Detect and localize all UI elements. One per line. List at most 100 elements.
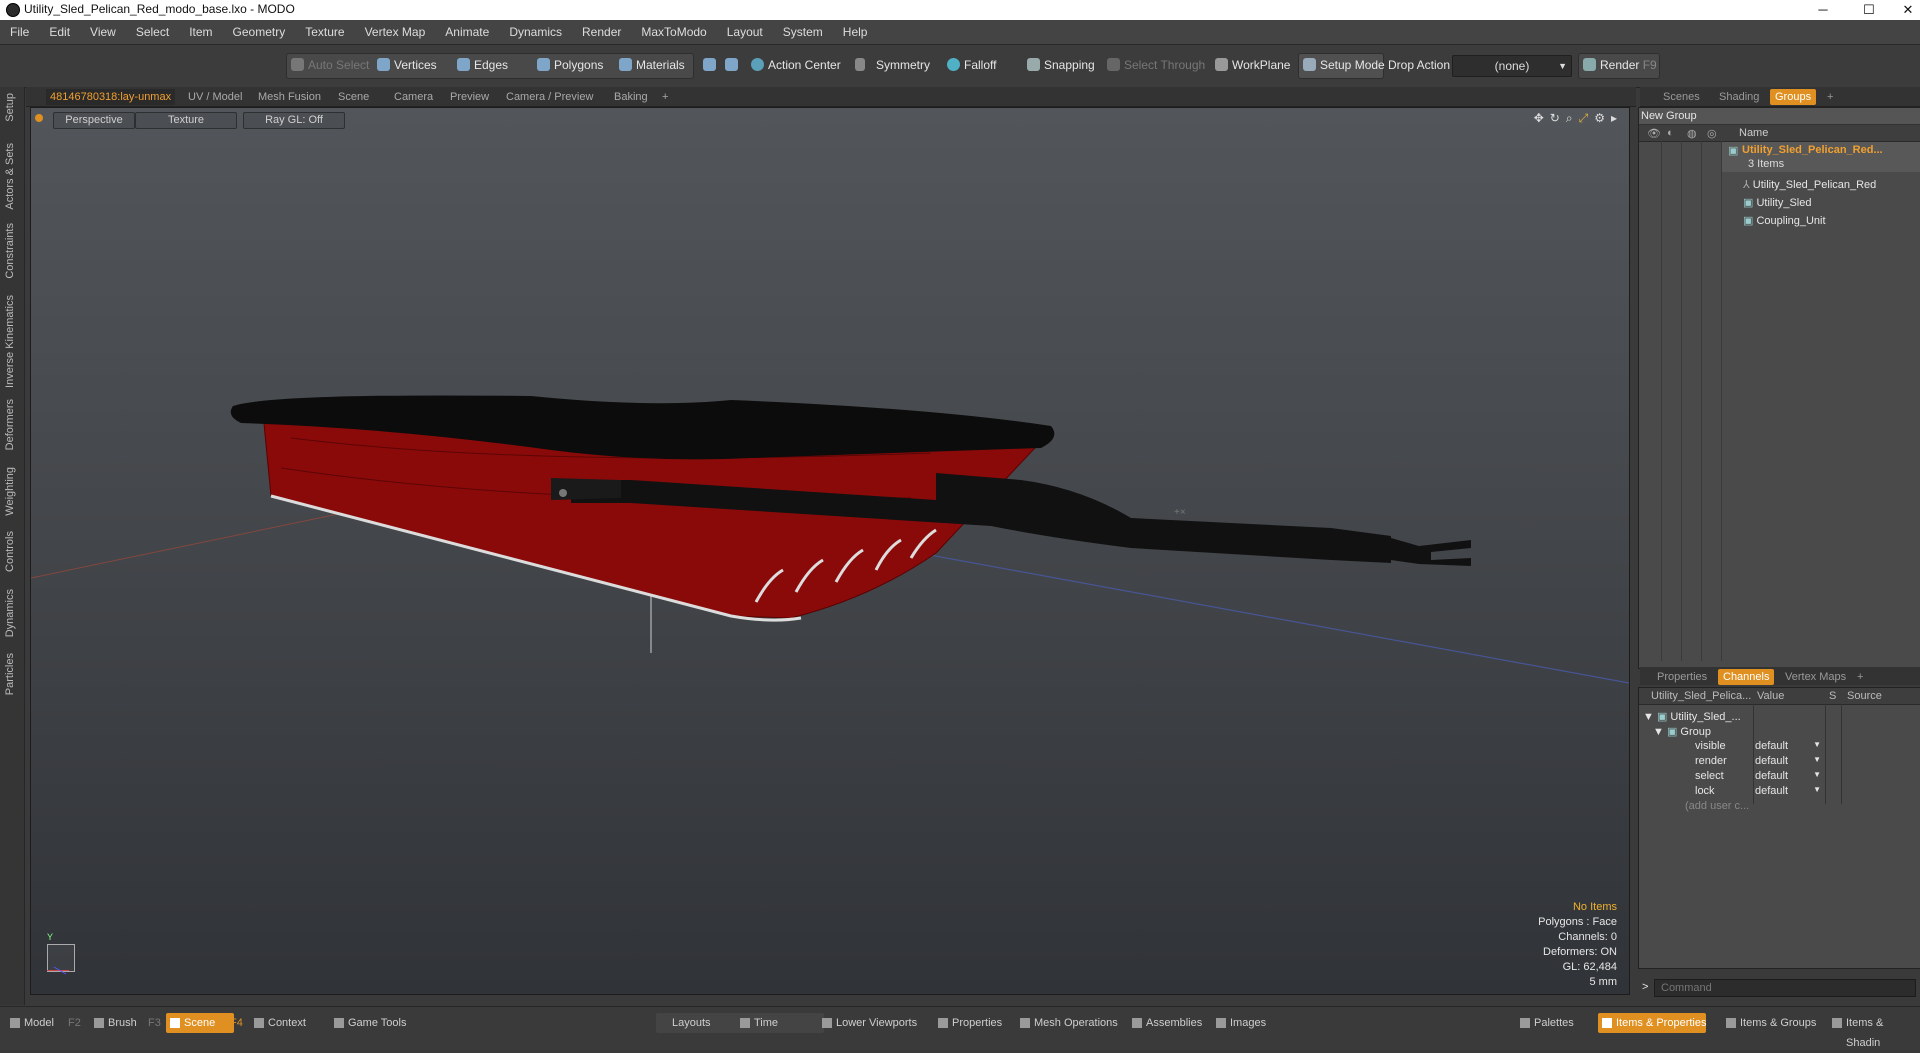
menu-help[interactable]: Help: [833, 25, 878, 39]
group-child-item[interactable]: ▣ Utility_Sled: [1743, 196, 1811, 209]
name-column-header[interactable]: Name: [1739, 127, 1768, 139]
tab-inverse-kinematics[interactable]: Inverse Kinematics: [4, 295, 16, 388]
menu-file[interactable]: File: [0, 25, 39, 39]
add-right-tab-button[interactable]: +: [1822, 89, 1838, 105]
drop-action-dropdown[interactable]: (none) ▼: [1452, 55, 1572, 77]
menu-item[interactable]: Item: [179, 25, 222, 39]
tab-mesh-fusion[interactable]: Mesh Fusion: [254, 89, 325, 105]
items-groups-button[interactable]: Items & Groups: [1722, 1013, 1816, 1033]
model-tab[interactable]: Model: [6, 1013, 54, 1033]
group-child-item[interactable]: ⅄ Utility_Sled_Pelican_Red: [1743, 178, 1876, 191]
menu-view[interactable]: View: [80, 25, 126, 39]
select-column-icon: ◎: [1707, 128, 1717, 140]
main-toolbar: Auto Select Vertices Edges Polygons Mate…: [0, 45, 1920, 88]
channel-lock-value[interactable]: default ▼: [1755, 785, 1821, 797]
items-properties-button[interactable]: Items & Properties: [1598, 1013, 1707, 1033]
tab-camera[interactable]: Camera: [390, 89, 437, 105]
channels-tab-bar: Properties Channels Vertex Maps +: [1640, 667, 1920, 685]
menu-edit[interactable]: Edit: [39, 25, 80, 39]
mesh-icon: ▣: [1743, 197, 1757, 209]
add-channel-tab-button[interactable]: +: [1852, 669, 1868, 685]
vertices-button[interactable]: Vertices: [374, 54, 437, 76]
tab-particles[interactable]: Particles: [4, 653, 16, 695]
game-tools-tab[interactable]: Game Tools: [330, 1013, 407, 1033]
tab-channels[interactable]: Channels: [1718, 669, 1775, 685]
render-button[interactable]: Render F9: [1580, 54, 1657, 76]
group-child-item[interactable]: ▣ Coupling_Unit: [1743, 214, 1826, 227]
add-tab-button[interactable]: +: [658, 89, 672, 105]
maximize-button[interactable]: ☐: [1846, 0, 1892, 20]
tab-uv-model[interactable]: UV / Model: [184, 89, 246, 105]
channel-group-row[interactable]: ▼ ▣ Group: [1653, 725, 1711, 738]
menu-texture[interactable]: Texture: [295, 25, 354, 39]
menu-animate[interactable]: Animate: [435, 25, 499, 39]
menu-select[interactable]: Select: [126, 25, 179, 39]
tab-groups[interactable]: Groups: [1770, 89, 1817, 105]
properties-button[interactable]: Properties: [934, 1013, 1002, 1033]
scene-tab[interactable]: Scene: [166, 1013, 234, 1033]
menu-dynamics[interactable]: Dynamics: [499, 25, 572, 39]
tab-shading[interactable]: Shading: [1714, 89, 1764, 105]
transform-toggle-button[interactable]: [700, 54, 716, 76]
tab-scene[interactable]: Scene: [334, 89, 373, 105]
channel-visible-value[interactable]: default ▼: [1755, 740, 1821, 752]
context-tab[interactable]: Context: [250, 1013, 306, 1033]
3d-viewport[interactable]: Perspective Texture Ray GL: Off ✥ ↻ ⌕ ⤢ …: [30, 107, 1630, 995]
tab-dynamics[interactable]: Dynamics: [4, 589, 16, 637]
group-root-row[interactable]: Utility_Sled_Pelican_Red... 3 Items ▣: [1722, 142, 1920, 172]
tab-actors-sets[interactable]: Actors & Sets: [4, 143, 16, 210]
scene-render: +×: [31, 395, 1629, 684]
menu-maxtomodo[interactable]: MaxToModo: [631, 25, 716, 39]
symmetry-button[interactable]: Symmetry: [852, 54, 930, 76]
new-group-button[interactable]: New Group: [1641, 110, 1697, 122]
tab-constraints[interactable]: Constraints: [4, 223, 16, 279]
snapping-button[interactable]: Snapping: [1024, 54, 1095, 76]
tab-layout-unmax[interactable]: 48146780318:lay-unmax: [46, 89, 176, 105]
auto-select-button[interactable]: Auto Select: [288, 54, 369, 76]
edges-button[interactable]: Edges: [454, 54, 508, 76]
brush-tab[interactable]: Brush: [90, 1013, 137, 1033]
tab-camera-preview[interactable]: Camera / Preview: [502, 89, 597, 105]
f2-key-hint: F2: [68, 1017, 81, 1029]
command-input[interactable]: [1654, 979, 1916, 997]
tab-setup[interactable]: Setup: [4, 93, 16, 122]
tab-weighting[interactable]: Weighting: [4, 467, 16, 516]
materials-button[interactable]: Materials: [616, 54, 685, 76]
layouts-button[interactable]: Layouts: [656, 1013, 742, 1033]
tab-properties[interactable]: Properties: [1652, 669, 1712, 685]
lower-viewports-button[interactable]: Lower Viewports: [818, 1013, 917, 1033]
tab-scenes[interactable]: Scenes: [1658, 89, 1705, 105]
menu-vertex-map[interactable]: Vertex Map: [355, 25, 436, 39]
edges-icon: [457, 58, 470, 71]
select-through-button[interactable]: Select Through: [1104, 54, 1205, 76]
action-center-button[interactable]: Action Center: [748, 54, 841, 76]
channel-render-value[interactable]: default ▼: [1755, 755, 1821, 767]
setup-mode-icon: [1303, 58, 1316, 71]
mesh-operations-button[interactable]: Mesh Operations: [1016, 1013, 1118, 1033]
element-toggle-button[interactable]: [722, 54, 738, 76]
channel-s-header: S: [1829, 690, 1837, 702]
polygons-button[interactable]: Polygons: [534, 54, 603, 76]
tab-deformers[interactable]: Deformers: [4, 399, 16, 450]
palettes-button[interactable]: Palettes: [1516, 1013, 1574, 1033]
images-button[interactable]: Images: [1212, 1013, 1266, 1033]
sled-model[interactable]: [230, 395, 1471, 622]
close-button[interactable]: ✕: [1896, 0, 1920, 20]
tab-preview[interactable]: Preview: [446, 89, 493, 105]
workplane-button[interactable]: WorkPlane: [1212, 54, 1290, 76]
menu-system[interactable]: System: [773, 25, 833, 39]
tab-controls[interactable]: Controls: [4, 531, 16, 572]
assemblies-button[interactable]: Assemblies: [1128, 1013, 1202, 1033]
menu-render[interactable]: Render: [572, 25, 631, 39]
items-shading-button[interactable]: Items & Shadin: [1828, 1013, 1920, 1049]
minimize-button[interactable]: ─: [1800, 0, 1846, 20]
menu-layout[interactable]: Layout: [717, 25, 773, 39]
falloff-button[interactable]: Falloff: [944, 54, 996, 76]
channel-select-value[interactable]: default ▼: [1755, 770, 1821, 782]
menu-geometry[interactable]: Geometry: [223, 25, 296, 39]
channel-item-row[interactable]: ▼ ▣ Utility_Sled_...: [1643, 710, 1741, 723]
tab-baking[interactable]: Baking: [610, 89, 652, 105]
add-user-channel[interactable]: (add user c...: [1685, 800, 1749, 812]
tab-vertex-maps[interactable]: Vertex Maps: [1780, 669, 1851, 685]
time-button[interactable]: Time: [736, 1013, 824, 1033]
